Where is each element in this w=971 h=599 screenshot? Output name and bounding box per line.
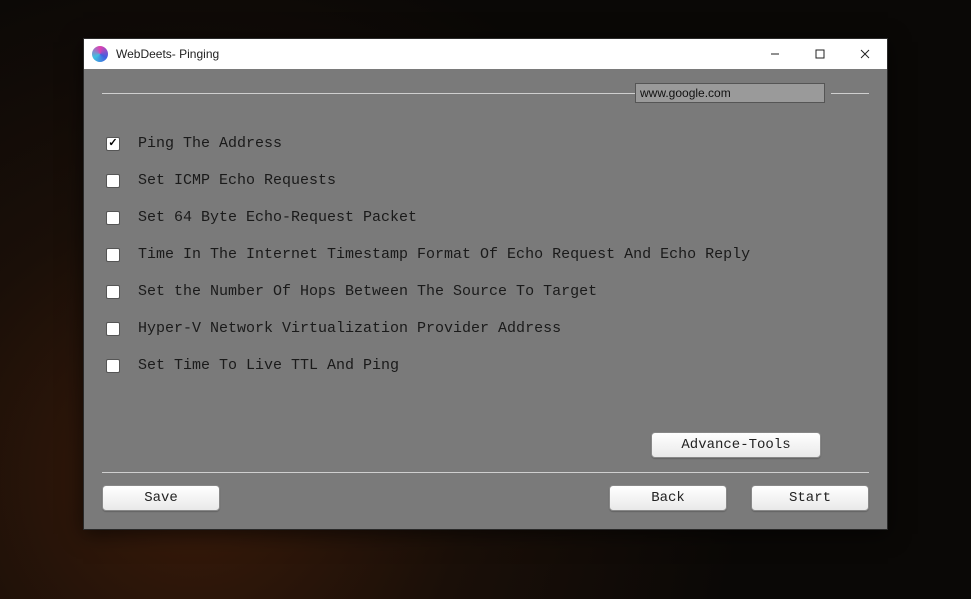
- option-label: Set the Number Of Hops Between The Sourc…: [138, 283, 597, 300]
- option-hyperv[interactable]: Hyper-V Network Virtualization Provider …: [106, 320, 869, 337]
- save-button[interactable]: Save: [102, 485, 220, 511]
- option-timestamp-format[interactable]: Time In The Internet Timestamp Format Of…: [106, 246, 869, 263]
- checkbox[interactable]: [106, 211, 120, 225]
- app-icon: [92, 46, 108, 62]
- option-label: Ping The Address: [138, 135, 282, 152]
- close-button[interactable]: [842, 39, 887, 69]
- divider: [831, 93, 869, 94]
- option-icmp-echo[interactable]: Set ICMP Echo Requests: [106, 172, 869, 189]
- titlebar[interactable]: WebDeets- Pinging: [84, 39, 887, 69]
- divider: [102, 472, 869, 473]
- bottom-buttons: Save Back Start: [102, 485, 869, 511]
- window-title: WebDeets- Pinging: [116, 47, 219, 61]
- divider: [102, 93, 635, 94]
- option-label: Time In The Internet Timestamp Format Of…: [138, 246, 750, 263]
- option-ping-address[interactable]: Ping The Address: [106, 135, 869, 152]
- advance-row: Advance-Tools: [102, 432, 869, 458]
- option-label: Set Time To Live TTL And Ping: [138, 357, 399, 374]
- start-button[interactable]: Start: [751, 485, 869, 511]
- address-row: [102, 83, 869, 103]
- option-label: Set ICMP Echo Requests: [138, 172, 336, 189]
- maximize-button[interactable]: [797, 39, 842, 69]
- option-label: Hyper-V Network Virtualization Provider …: [138, 320, 561, 337]
- checkbox[interactable]: [106, 285, 120, 299]
- advance-tools-button[interactable]: Advance-Tools: [651, 432, 821, 458]
- checkbox[interactable]: [106, 248, 120, 262]
- option-ttl[interactable]: Set Time To Live TTL And Ping: [106, 357, 869, 374]
- back-button[interactable]: Back: [609, 485, 727, 511]
- checkbox[interactable]: [106, 174, 120, 188]
- checkbox[interactable]: [106, 359, 120, 373]
- content-panel: Ping The Address Set ICMP Echo Requests …: [84, 69, 887, 529]
- address-input[interactable]: [635, 83, 825, 103]
- option-64byte-packet[interactable]: Set 64 Byte Echo-Request Packet: [106, 209, 869, 226]
- checkbox[interactable]: [106, 137, 120, 151]
- minimize-button[interactable]: [752, 39, 797, 69]
- checkbox[interactable]: [106, 322, 120, 336]
- app-window: WebDeets- Pinging Ping The Address Set I…: [83, 38, 888, 530]
- option-label: Set 64 Byte Echo-Request Packet: [138, 209, 417, 226]
- option-hops[interactable]: Set the Number Of Hops Between The Sourc…: [106, 283, 869, 300]
- options-list: Ping The Address Set ICMP Echo Requests …: [102, 113, 869, 438]
